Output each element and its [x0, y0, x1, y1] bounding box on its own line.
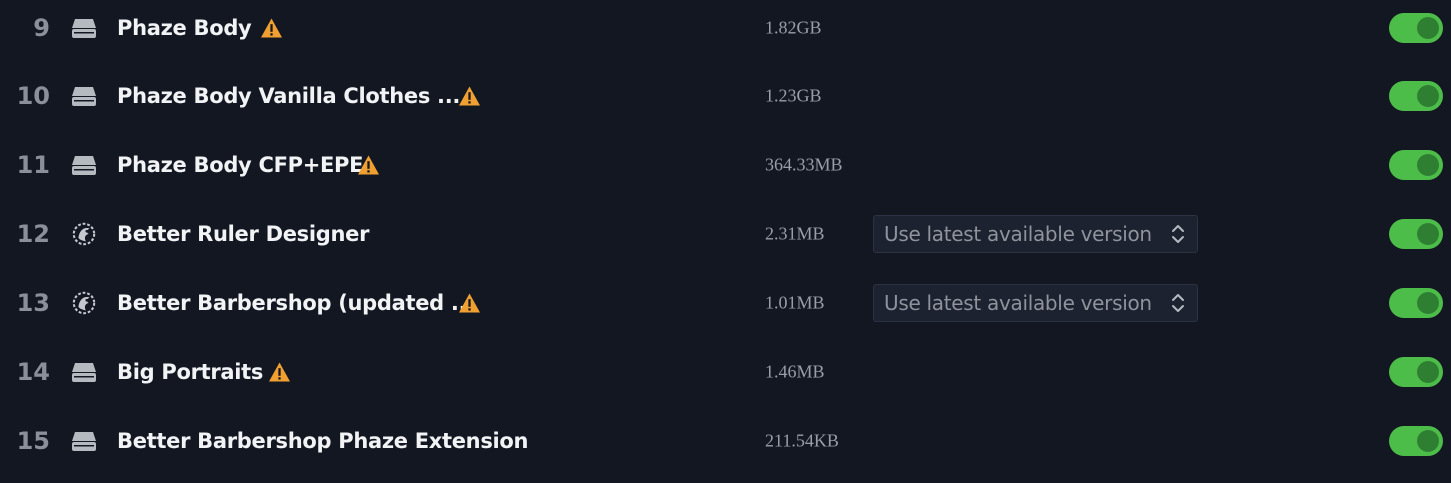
- enable-toggle[interactable]: [1389, 219, 1443, 250]
- mod-index: 13: [16, 289, 50, 318]
- mod-size: 1.46MB: [765, 361, 825, 382]
- enable-toggle[interactable]: [1389, 81, 1443, 112]
- mod-row[interactable]: 15 Better Barbershop Phaze Extension 211.5…: [0, 406, 1451, 475]
- version-select[interactable]: Use latest available version: [873, 215, 1198, 254]
- mod-name: Phaze Body: [117, 15, 252, 40]
- toggle-knob: [1417, 85, 1439, 108]
- toggle-knob: [1417, 292, 1439, 315]
- enable-toggle[interactable]: [1389, 288, 1443, 319]
- mod-name: Better Barbershop Phaze Extension: [117, 428, 529, 453]
- mod-size: 2.31MB: [765, 223, 825, 244]
- mod-row[interactable]: 9 Phaze Body 1.82GB: [0, 0, 1451, 62]
- mod-size: 364.33MB: [765, 154, 843, 175]
- mod-index: 10: [16, 82, 50, 111]
- toggle-knob: [1417, 361, 1439, 383]
- mod-size: 1.23GB: [765, 85, 822, 106]
- mod-row[interactable]: 14 Big Portraits 1.46MB: [0, 338, 1451, 407]
- mod-name: Better Ruler Designer: [117, 222, 370, 247]
- drive-icon: [70, 360, 98, 384]
- chevron-updown-icon: [1171, 223, 1185, 245]
- mod-size: 211.54KB: [765, 430, 839, 451]
- mod-row[interactable]: 10 Phaze Body Vanilla Clothes ... 1.23GB: [0, 62, 1451, 131]
- drive-icon: [70, 84, 98, 108]
- warning-icon: [268, 362, 291, 383]
- chevron-updown-icon: [1171, 292, 1185, 314]
- version-select[interactable]: Use latest available version: [873, 284, 1198, 323]
- drive-icon: [70, 429, 98, 453]
- toggle-knob: [1417, 16, 1439, 39]
- mod-index: 9: [33, 13, 50, 42]
- mod-name: Phaze Body CFP+EPE: [117, 153, 364, 178]
- warning-icon: [458, 86, 481, 107]
- workshop-icon: [71, 221, 97, 247]
- mod-name: Big Portraits: [117, 360, 264, 384]
- mod-list: 9 Phaze Body 1.82GB 10 Phaze Body Vanilla Cl…: [0, 0, 1451, 483]
- mod-index: 14: [16, 358, 50, 386]
- warning-icon: [260, 17, 283, 38]
- mod-name: Better Barbershop (updated ...: [117, 291, 474, 316]
- warning-icon: [357, 155, 380, 176]
- mod-name: Phaze Body Vanilla Clothes ...: [117, 84, 461, 109]
- drive-icon: [70, 16, 98, 40]
- toggle-knob: [1417, 429, 1439, 452]
- toggle-knob: [1417, 223, 1439, 246]
- mod-size: 1.82GB: [765, 17, 822, 37]
- mod-row[interactable]: 13 Better Barbershop (updated ... 1.01MB Us…: [0, 269, 1451, 338]
- toggle-knob: [1417, 154, 1439, 177]
- version-select-label: Use latest available version: [884, 222, 1152, 247]
- mod-row[interactable]: 12 Better Ruler Designer 2.31MB Use latest …: [0, 200, 1451, 269]
- mod-index: 15: [16, 426, 50, 455]
- enable-toggle[interactable]: [1389, 12, 1443, 43]
- version-select-label: Use latest available version: [884, 291, 1152, 316]
- enable-toggle[interactable]: [1389, 150, 1443, 181]
- workshop-icon: [71, 290, 97, 316]
- mod-row[interactable]: 11 Phaze Body CFP+EPE 364.33MB: [0, 131, 1451, 200]
- enable-toggle[interactable]: [1389, 425, 1443, 456]
- drive-icon: [70, 153, 98, 177]
- mod-size: 1.01MB: [765, 292, 825, 313]
- mod-index: 11: [16, 151, 50, 180]
- warning-icon: [458, 293, 481, 314]
- enable-toggle[interactable]: [1389, 357, 1443, 387]
- mod-index: 12: [16, 220, 50, 249]
